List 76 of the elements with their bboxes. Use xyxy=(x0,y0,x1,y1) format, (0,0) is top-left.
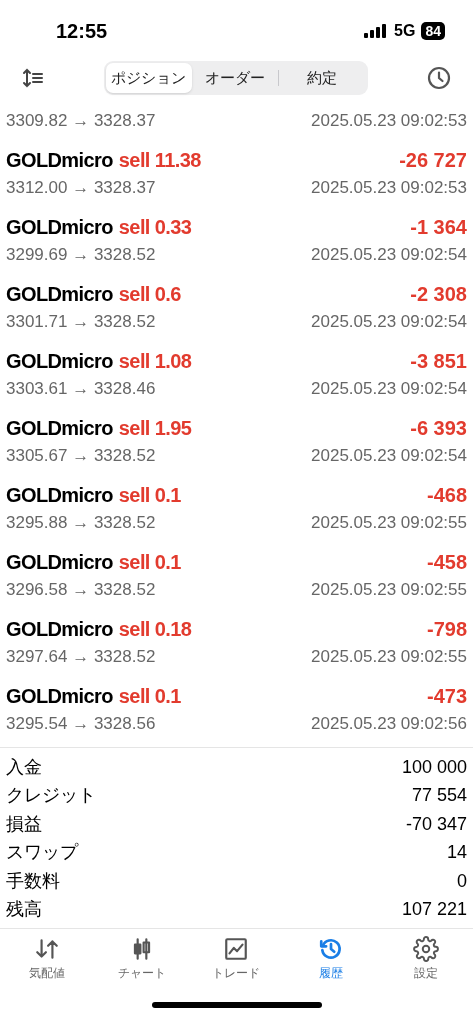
deal-prices: 3303.61 → 3328.46 xyxy=(6,378,156,401)
deal-prices: 3299.69 → 3328.52 xyxy=(6,244,156,267)
deal-time: 2025.05.23 09:02:55 xyxy=(311,646,467,669)
deal-prices: 3312.00 → 3328.37 xyxy=(6,177,156,200)
deal-time: 2025.05.23 09:02:54 xyxy=(311,311,467,334)
tab-bar-item[interactable]: チャート xyxy=(94,936,190,982)
summary-value: 14 xyxy=(446,841,467,865)
deal-prices: 3305.67 → 3328.52 xyxy=(6,445,156,468)
deal-profit: -6 393 xyxy=(410,416,467,441)
deal-time: 2025.05.23 09:02:55 xyxy=(311,512,467,535)
summary-label: 残高 xyxy=(6,898,42,922)
deal-profit: -26 727 xyxy=(399,148,467,173)
tab-bar-item[interactable]: 履歴 xyxy=(283,936,379,982)
summary-value: 77 554 xyxy=(411,784,467,808)
deal-side: sell 0.1 xyxy=(118,684,181,709)
deal-side: sell 0.1 xyxy=(118,550,181,575)
deal-time: 2025.05.23 09:02:54 xyxy=(311,244,467,267)
segment-tab[interactable]: 約定 xyxy=(279,63,366,93)
line-chart-icon xyxy=(223,936,250,962)
deal-time: 2025.05.23 09:02:55 xyxy=(311,579,467,602)
signal-icon xyxy=(364,24,389,38)
deal-time: 2025.05.23 09:02:53 xyxy=(311,110,467,133)
arrows-icon xyxy=(34,936,61,962)
deal-time: 2025.05.23 09:02:56 xyxy=(311,713,467,736)
clock: 12:55 xyxy=(56,19,108,44)
deal-side: sell 1.95 xyxy=(118,416,192,441)
deal-symbol: GOLDmicro xyxy=(6,684,113,709)
deal-prices: 3295.54 → 3328.56 xyxy=(6,713,156,736)
deal-prices: 3297.64 → 3328.52 xyxy=(6,646,156,669)
battery-level: 84 xyxy=(421,22,445,40)
deal-side: sell 0.1 xyxy=(118,483,181,508)
summary-value: -70 347 xyxy=(405,812,467,836)
deal-side: sell 0.33 xyxy=(118,215,192,240)
clock-icon[interactable] xyxy=(427,66,451,90)
deal-profit: -458 xyxy=(426,550,467,575)
deal-prices: 3296.58 → 3328.52 xyxy=(6,579,156,602)
deal-time: 2025.05.23 09:02:54 xyxy=(311,378,467,401)
deal-prices: 3301.71 → 3328.52 xyxy=(6,311,156,334)
network-label: 5G xyxy=(394,21,416,41)
summary-value: 0 xyxy=(457,869,467,893)
summary-label: クレジット xyxy=(6,784,96,808)
deal-symbol: GOLDmicro xyxy=(6,148,113,173)
deal-profit: -2 308 xyxy=(410,282,467,307)
deal-side: sell 0.6 xyxy=(118,282,181,307)
deal-side: sell 11.38 xyxy=(118,148,201,173)
deal-symbol: GOLDmicro xyxy=(6,349,113,374)
summary-label: 入金 xyxy=(6,755,42,779)
segment-tab[interactable]: オーダー xyxy=(191,63,279,93)
tab-bar-item[interactable]: 設定 xyxy=(378,936,473,982)
summary-label: 手数料 xyxy=(6,869,60,893)
deal-time: 2025.05.23 09:02:53 xyxy=(311,177,467,200)
summary-value: 107 221 xyxy=(401,898,467,922)
deal-side: sell 0.18 xyxy=(118,617,192,642)
tab-bar-item[interactable]: トレード xyxy=(189,936,284,982)
deal-symbol: GOLDmicro xyxy=(6,282,113,307)
deal-symbol: GOLDmicro xyxy=(6,416,113,441)
deal-profit: -3 851 xyxy=(410,349,467,374)
deal-prices: 3295.88 → 3328.52 xyxy=(6,512,156,535)
deal-symbol: GOLDmicro xyxy=(6,550,113,575)
deal-profit: -473 xyxy=(426,684,467,709)
deal-symbol: GOLDmicro xyxy=(6,215,113,240)
deal-profit: -468 xyxy=(426,483,467,508)
sort-icon[interactable] xyxy=(22,68,44,88)
settings-icon xyxy=(412,936,439,962)
deal-symbol: GOLDmicro xyxy=(6,483,113,508)
deal-prices: 3309.82 → 3328.37 xyxy=(6,110,156,133)
deal-profit: -798 xyxy=(426,617,467,642)
summary-label: スワップ xyxy=(6,841,78,865)
summary-label: 損益 xyxy=(6,812,42,836)
deal-time: 2025.05.23 09:02:54 xyxy=(311,445,467,468)
segment-tab[interactable]: ポジション xyxy=(105,63,192,93)
deal-side: sell 1.08 xyxy=(118,349,192,374)
deal-profit: -1 364 xyxy=(410,215,467,240)
tab-bar-item[interactable]: 気配値 xyxy=(0,936,95,982)
summary-value: 100 000 xyxy=(401,755,467,779)
deal-symbol: GOLDmicro xyxy=(6,617,113,642)
